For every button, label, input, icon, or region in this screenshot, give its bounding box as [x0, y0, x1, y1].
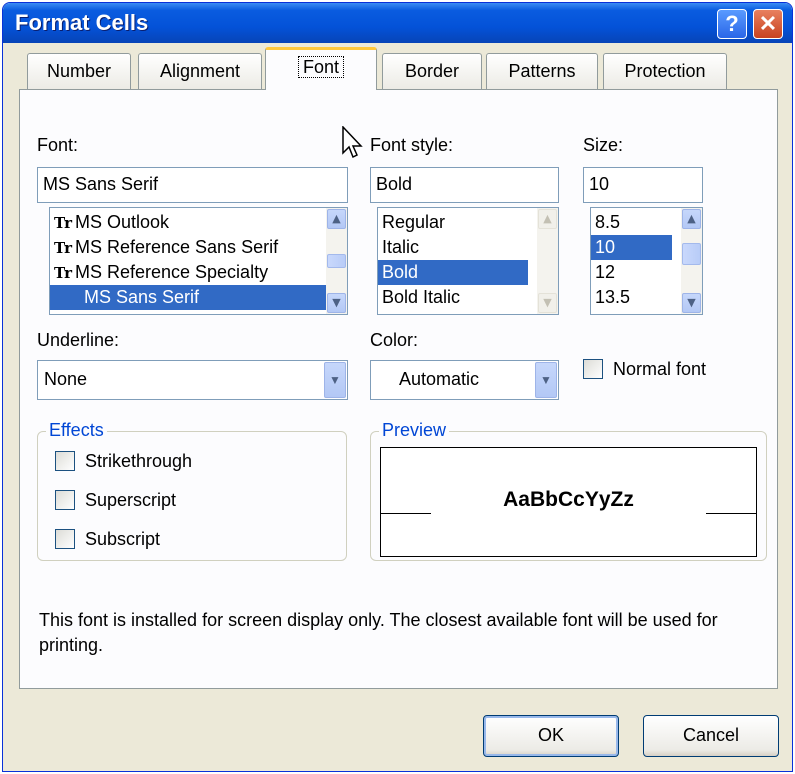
preview-group-title: Preview [379, 420, 450, 441]
tab-protection[interactable]: Protection [603, 53, 727, 89]
normal-font-label[interactable]: Normal font [613, 359, 706, 380]
window-title: Format Cells [15, 10, 149, 35]
font-style-item[interactable]: Bold Italic [378, 285, 558, 310]
font-style-item[interactable]: Regular [378, 210, 558, 235]
size-input[interactable]: 10 [583, 167, 703, 203]
font-style-input[interactable]: Bold [370, 167, 559, 203]
format-cells-dialog: Format Cells ? ✕ Number Alignment Font B… [2, 2, 793, 772]
font-list-scrollbar[interactable]: ▲ ▼ [326, 208, 347, 314]
font-style-list[interactable]: Regular Italic Bold Bold Italic ▲ ▼ [377, 207, 559, 315]
tab-patterns[interactable]: Patterns [486, 53, 598, 89]
cancel-button[interactable]: Cancel [643, 715, 779, 757]
scroll-up-icon[interactable]: ▲ [327, 209, 346, 229]
font-style-item[interactable]: Italic [378, 235, 558, 260]
subscript-label[interactable]: Subscript [85, 529, 160, 550]
truetype-icon: Tr [54, 239, 72, 257]
truetype-icon: Tr [54, 264, 72, 282]
font-name-input[interactable]: MS Sans Serif [37, 167, 348, 203]
help-button[interactable]: ? [717, 9, 747, 39]
scroll-down-icon: ▼ [538, 293, 557, 313]
color-select[interactable]: Automatic ▼ [370, 360, 559, 400]
font-label: Font: [37, 135, 79, 155]
font-style-label: Font style: [370, 135, 454, 155]
preview-baseline-right [706, 513, 756, 514]
font-list[interactable]: Tr MS Outlook Tr MS Reference Sans Serif T… [49, 207, 348, 315]
font-list-item[interactable]: Tr MS Reference Sans Serif [50, 235, 347, 260]
superscript-label[interactable]: Superscript [85, 490, 176, 511]
preview-baseline-left [381, 513, 431, 514]
truetype-icon: Tr [54, 214, 72, 232]
color-label: Color: [370, 330, 419, 350]
strikethrough-label[interactable]: Strikethrough [85, 451, 192, 472]
underline-select[interactable]: None ▼ [37, 360, 348, 400]
tab-font-label: Font [297, 56, 345, 78]
tab-alignment[interactable]: Alignment [138, 53, 262, 89]
mouse-pointer-icon [342, 126, 363, 159]
ok-button[interactable]: OK [483, 715, 619, 757]
font-style-scrollbar: ▲ ▼ [537, 208, 558, 314]
underline-label: Underline: [37, 330, 120, 350]
size-item-selected[interactable]: 10 [591, 235, 672, 260]
color-value: Automatic [399, 369, 480, 389]
scrollbar-thumb[interactable] [327, 254, 346, 268]
font-list-item-selected[interactable]: MS Sans Serif [50, 285, 347, 310]
chevron-down-icon[interactable]: ▼ [324, 362, 346, 398]
chevron-down-icon[interactable]: ▼ [535, 362, 557, 398]
superscript-checkbox[interactable] [55, 490, 75, 510]
font-list-item[interactable]: Tr MS Reference Specialty [50, 260, 347, 285]
subscript-checkbox[interactable] [55, 529, 75, 549]
tab-number[interactable]: Number [27, 53, 131, 89]
font-style-item-selected[interactable]: Bold [378, 260, 528, 285]
close-button[interactable]: ✕ [753, 9, 783, 39]
font-info-note: This font is installed for screen displa… [39, 610, 718, 655]
tab-font[interactable]: Font [265, 47, 377, 90]
help-icon: ? [725, 11, 739, 36]
scroll-up-icon[interactable]: ▲ [682, 209, 701, 229]
underline-value: None [44, 369, 88, 389]
scroll-down-icon[interactable]: ▼ [682, 293, 701, 313]
normal-font-checkbox[interactable] [583, 359, 603, 379]
preview-box: AaBbCcYyZz [380, 447, 757, 557]
size-label: Size: [583, 135, 624, 155]
size-list-scrollbar[interactable]: ▲ ▼ [681, 208, 702, 314]
tab-border[interactable]: Border [382, 53, 482, 89]
size-list[interactable]: 8.5 10 12 13.5 ▲ ▼ [590, 207, 703, 315]
scroll-down-icon[interactable]: ▼ [327, 293, 346, 313]
preview-sample-text: AaBbCcYyZz [503, 488, 634, 511]
close-icon: ✕ [758, 11, 778, 36]
font-list-item[interactable]: Tr MS Outlook [50, 210, 347, 235]
scrollbar-thumb[interactable] [682, 243, 701, 265]
strikethrough-checkbox[interactable] [55, 451, 75, 471]
scroll-up-icon: ▲ [538, 209, 557, 229]
effects-group-title: Effects [46, 420, 107, 441]
title-bar[interactable]: Format Cells ? ✕ [3, 3, 792, 43]
